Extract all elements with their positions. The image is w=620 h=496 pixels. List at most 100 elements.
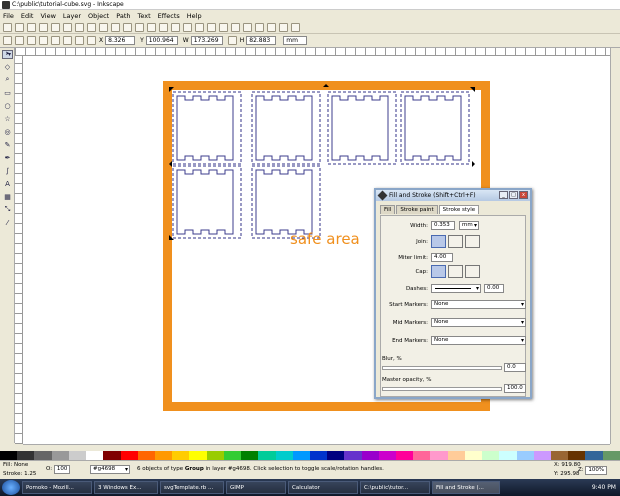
swatch[interactable] (413, 451, 431, 460)
cut-icon[interactable] (111, 22, 120, 32)
lock-ratio-icon[interactable] (227, 36, 237, 45)
swatch[interactable] (430, 451, 448, 460)
dropper-tool-icon[interactable]: ⁄ (2, 217, 13, 228)
star-tool-icon[interactable]: ☆ (2, 113, 13, 124)
layer-select[interactable]: #g4698 (90, 465, 130, 474)
width-input[interactable]: 0.353 (431, 221, 455, 230)
preferences-icon[interactable] (279, 22, 288, 32)
taskbar-item[interactable]: 3 Windows Ex... (94, 481, 158, 494)
swatch[interactable] (275, 451, 293, 460)
width-unit-select[interactable]: mm (459, 221, 479, 230)
cube-face-4[interactable] (400, 91, 470, 165)
pencil-tool-icon[interactable]: ✎ (2, 139, 13, 150)
swatch[interactable] (602, 451, 620, 460)
align-distribute-icon[interactable] (267, 22, 276, 32)
xml-editor-icon[interactable] (255, 22, 264, 32)
unlink-clone-icon[interactable] (195, 22, 204, 32)
flip-horizontal-icon[interactable] (27, 36, 36, 45)
stroke-indicator[interactable]: Stroke: 1.25 (3, 471, 36, 477)
opacity-slider[interactable] (382, 387, 502, 391)
miter-limit-input[interactable]: 4.00 (431, 253, 453, 262)
taskbar-item[interactable]: svgTemplate.rb ... (160, 481, 224, 494)
dash-pattern-select[interactable] (431, 284, 481, 293)
swatch[interactable] (482, 451, 500, 460)
menu-effects[interactable]: Effects (158, 12, 180, 20)
swatch[interactable] (516, 451, 534, 460)
butt-cap-button[interactable] (431, 265, 446, 278)
maximize-icon[interactable]: □ (509, 191, 518, 199)
swatch[interactable] (378, 451, 397, 460)
tab-stroke-paint[interactable]: Stroke paint (396, 205, 438, 214)
swatch[interactable] (447, 451, 465, 460)
swatch[interactable] (68, 451, 87, 460)
group-icon[interactable] (207, 22, 216, 32)
rectangle-tool-icon[interactable]: ▭ (2, 87, 13, 98)
zoom-drawing-icon[interactable] (147, 22, 156, 32)
horizontal-scrollbar[interactable] (23, 444, 610, 451)
lower-to-bottom-icon[interactable] (87, 36, 96, 45)
save-icon[interactable] (27, 22, 36, 32)
redo-icon[interactable] (87, 22, 96, 32)
menu-file[interactable]: File (3, 12, 14, 20)
swatch[interactable] (258, 451, 276, 460)
swatch[interactable] (464, 451, 483, 460)
connector-tool-icon[interactable]: ⤡ (2, 204, 13, 215)
y-input[interactable]: 100.964 (145, 36, 178, 45)
swatch[interactable] (241, 451, 259, 460)
mid-markers-select[interactable]: None (431, 318, 526, 327)
h-input[interactable]: 82.883 (246, 36, 277, 45)
menu-text[interactable]: Text (138, 12, 151, 20)
swatch[interactable] (533, 451, 551, 460)
bevel-join-button[interactable] (465, 235, 480, 248)
fill-stroke-icon[interactable] (231, 22, 240, 32)
swatch[interactable] (137, 451, 155, 460)
pen-tool-icon[interactable]: ✒ (2, 152, 13, 163)
rotate-ccw-icon[interactable] (3, 36, 12, 45)
ungroup-icon[interactable] (219, 22, 228, 32)
cube-face-6[interactable] (251, 165, 321, 239)
raise-icon[interactable] (63, 36, 72, 45)
close-icon[interactable]: x (519, 191, 528, 199)
dash-offset-input[interactable]: 0.00 (484, 284, 504, 293)
color-palette[interactable] (0, 451, 620, 460)
swatch[interactable] (309, 451, 328, 460)
swatch[interactable] (51, 451, 69, 460)
zoom-selection-icon[interactable] (135, 22, 144, 32)
blur-input[interactable]: 0.0 (504, 363, 526, 372)
print-icon[interactable] (39, 22, 48, 32)
vertical-scrollbar[interactable] (610, 48, 620, 444)
document-properties-icon[interactable] (291, 22, 300, 32)
spiral-tool-icon[interactable]: ◎ (2, 126, 13, 137)
swatch[interactable] (551, 451, 569, 460)
swatch[interactable] (0, 451, 18, 460)
round-join-button[interactable] (448, 235, 463, 248)
w-input[interactable]: 173.269 (190, 36, 223, 45)
menu-object[interactable]: Object (88, 12, 109, 20)
swatch[interactable] (206, 451, 224, 460)
x-input[interactable]: 8.326 (105, 36, 136, 45)
tab-fill[interactable]: Fill (380, 205, 396, 214)
cube-face-3[interactable] (327, 91, 397, 165)
import-icon[interactable] (51, 22, 60, 32)
menu-edit[interactable]: Edit (21, 12, 34, 20)
raise-to-top-icon[interactable] (51, 36, 60, 45)
selector-tool-icon[interactable]: ➤ (2, 50, 13, 59)
paste-icon[interactable] (123, 22, 132, 32)
swatch[interactable] (396, 451, 414, 460)
start-markers-select[interactable]: None (431, 300, 526, 309)
menu-layer[interactable]: Layer (63, 12, 81, 20)
ellipse-tool-icon[interactable]: ○ (2, 100, 13, 111)
swatch[interactable] (223, 451, 242, 460)
cube-face-5[interactable] (172, 165, 242, 239)
swatch[interactable] (292, 451, 310, 460)
dialog-titlebar[interactable]: Fill and Stroke (Shift+Ctrl+F) _ □ x (376, 190, 530, 201)
tab-stroke-style[interactable]: Stroke style (438, 205, 480, 214)
swatch[interactable] (154, 451, 173, 460)
clone-icon[interactable] (183, 22, 192, 32)
undo-icon[interactable] (75, 22, 84, 32)
gradient-tool-icon[interactable]: ▦ (2, 191, 13, 202)
opacity-input[interactable]: 100.0 (504, 384, 526, 393)
text-tool-icon[interactable]: A (2, 178, 13, 189)
flip-vertical-icon[interactable] (39, 36, 48, 45)
swatch[interactable] (189, 451, 207, 460)
